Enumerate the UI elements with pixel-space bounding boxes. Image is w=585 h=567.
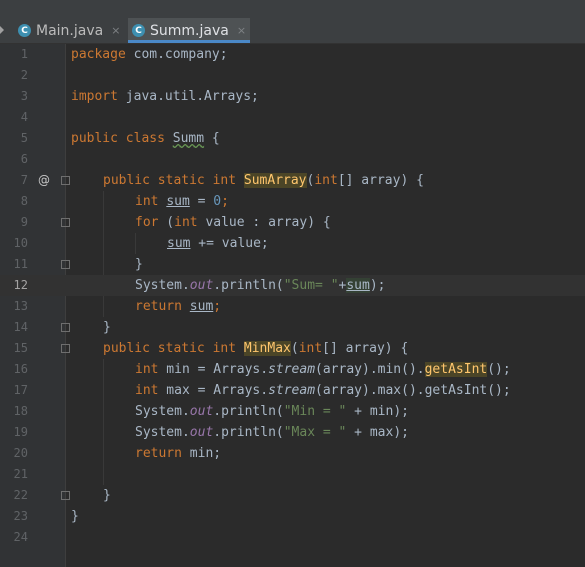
tab-main-java[interactable]: C Main.java × [14, 18, 126, 43]
line-number: 14 [13, 320, 28, 334]
close-icon[interactable]: × [237, 24, 246, 37]
code-line[interactable]: 10 sum += value; [0, 233, 585, 254]
code-text[interactable]: } [103, 317, 111, 338]
line-number: 8 [20, 194, 28, 208]
code-text[interactable]: System.out.println("Min = " + min); [135, 401, 409, 422]
code-text[interactable]: public class Summ { [71, 128, 220, 149]
code-line[interactable]: 8 int sum = 0; [0, 191, 585, 212]
code-text[interactable]: System.out.println("Sum= "+sum); [135, 275, 386, 296]
line-number: 11 [13, 257, 28, 271]
code-text[interactable]: } [103, 485, 111, 506]
line-number: 12 [13, 278, 28, 292]
code-text[interactable]: public static int MinMax(int[] array) { [103, 338, 408, 359]
line-number: 4 [20, 110, 28, 124]
code-text[interactable]: int max = Arrays.stream(array).max().get… [135, 380, 511, 401]
line-number: 18 [13, 404, 28, 418]
line-number: 16 [13, 362, 28, 376]
code-line[interactable]: 19 System.out.println("Max = " + max); [0, 422, 585, 443]
line-number: 15 [13, 341, 28, 355]
code-text[interactable]: sum += value; [167, 233, 269, 254]
override-marker-icon[interactable]: @ [38, 170, 50, 191]
code-line[interactable]: 1 package com.company; [0, 44, 585, 65]
fold-toggle-icon[interactable] [61, 176, 70, 185]
code-line[interactable]: 3 import java.util.Arrays; [0, 86, 585, 107]
code-line[interactable]: 21 [0, 464, 585, 485]
line-number: 19 [13, 425, 28, 439]
editor-tab-bar: C Main.java × C Summ.java × [0, 0, 585, 44]
code-line[interactable]: 23 } [0, 506, 585, 527]
code-line[interactable]: 15 public static int MinMax(int[] array)… [0, 338, 585, 359]
tab-scroll-arrow-icon[interactable] [0, 26, 4, 34]
line-number: 17 [13, 383, 28, 397]
code-line[interactable]: 7 @ public static int SumArray(int[] arr… [0, 170, 585, 191]
line-number: 21 [13, 467, 28, 481]
code-line[interactable]: 18 System.out.println("Min = " + min); [0, 401, 585, 422]
code-line[interactable]: 17 int max = Arrays.stream(array).max().… [0, 380, 585, 401]
line-number: 3 [20, 89, 28, 103]
code-text[interactable]: return min; [135, 443, 221, 464]
code-line[interactable]: 13 return sum; [0, 296, 585, 317]
line-number: 2 [20, 68, 28, 82]
code-text[interactable]: for (int value : array) { [135, 212, 331, 233]
line-number: 6 [20, 152, 28, 166]
fold-toggle-icon[interactable] [61, 323, 70, 332]
fold-toggle-icon[interactable] [61, 218, 70, 227]
line-number: 23 [13, 509, 28, 523]
code-line[interactable]: 2 [0, 65, 585, 86]
java-class-icon: C [132, 24, 145, 37]
code-line[interactable]: 11 } [0, 254, 585, 275]
code-line-current[interactable]: 12 System.out.println("Sum= "+sum); [0, 275, 585, 296]
code-text[interactable]: } [71, 506, 79, 527]
close-icon[interactable]: × [111, 24, 120, 37]
code-line[interactable]: 6 [0, 149, 585, 170]
fold-toggle-icon[interactable] [61, 344, 70, 353]
code-text[interactable]: package com.company; [71, 44, 228, 65]
code-text[interactable]: } [135, 254, 143, 275]
tab-summ-java[interactable]: C Summ.java × [128, 18, 250, 43]
code-line[interactable]: 16 int min = Arrays.stream(array).min().… [0, 359, 585, 380]
java-class-icon: C [18, 24, 31, 37]
code-text[interactable]: int min = Arrays.stream(array).min().get… [135, 359, 511, 380]
code-text[interactable]: System.out.println("Max = " + max); [135, 422, 409, 443]
code-line[interactable]: 20 return min; [0, 443, 585, 464]
tab-label: Main.java [36, 22, 104, 39]
code-line[interactable]: 14 } [0, 317, 585, 338]
code-line[interactable]: 9 for (int value : array) { [0, 212, 585, 233]
line-number: 24 [13, 530, 28, 544]
line-number: 1 [20, 47, 28, 61]
code-line[interactable]: 24 [0, 527, 585, 548]
line-number: 9 [20, 215, 28, 229]
code-line[interactable]: 22 } [0, 485, 585, 506]
code-text[interactable]: int sum = 0; [135, 191, 229, 212]
line-number: 20 [13, 446, 28, 460]
line-number: 22 [13, 488, 28, 502]
fold-toggle-icon[interactable] [61, 260, 70, 269]
line-number: 5 [20, 131, 28, 145]
fold-toggle-icon[interactable] [61, 491, 70, 500]
line-number: 10 [13, 236, 28, 250]
code-line[interactable]: 4 [0, 107, 585, 128]
line-number: 13 [13, 299, 28, 313]
code-text[interactable]: return sum; [135, 296, 221, 317]
code-text[interactable]: public static int SumArray(int[] array) … [103, 170, 424, 191]
tab-label: Summ.java [150, 22, 229, 39]
code-line[interactable]: 5 public class Summ { [0, 128, 585, 149]
line-number: 7 [20, 173, 28, 187]
code-text[interactable]: import java.util.Arrays; [71, 86, 259, 107]
